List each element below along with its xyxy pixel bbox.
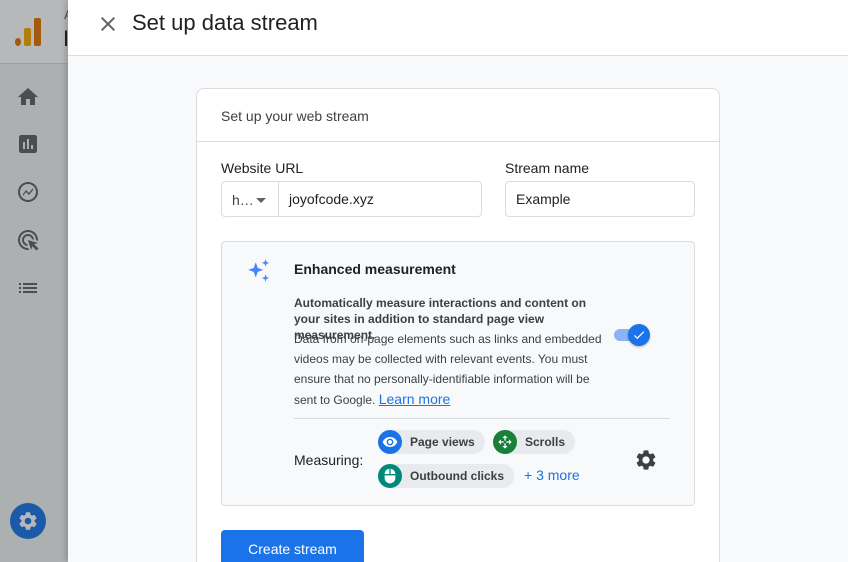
eye-icon — [378, 430, 402, 454]
chevron-down-icon — [256, 198, 266, 203]
panel-header: Set up data stream — [68, 0, 848, 56]
close-icon — [101, 17, 115, 31]
website-url-input[interactable]: joyofcode.xyz — [278, 181, 482, 217]
panel-title: Set up data stream — [132, 10, 318, 35]
check-icon — [633, 331, 645, 340]
data-stream-panel: Set up data stream Set up your web strea… — [68, 0, 848, 562]
enhanced-measurement-description: Data from on-page elements such as links… — [294, 329, 610, 410]
stream-name-input[interactable]: Example — [505, 181, 695, 217]
sparkle-icon — [246, 258, 272, 284]
card-header: Set up your web stream — [197, 89, 719, 142]
enhanced-measurement-toggle[interactable] — [614, 324, 650, 346]
web-stream-card: Set up your web stream Website URL Strea… — [196, 88, 720, 562]
move-icon — [493, 430, 517, 454]
create-stream-button[interactable]: Create stream — [221, 530, 364, 562]
chip-outbound-clicks: Outbound clicks — [378, 464, 515, 488]
gear-icon — [636, 450, 656, 470]
protocol-select[interactable]: h… — [221, 181, 279, 217]
website-url-label: Website URL — [221, 160, 304, 176]
learn-more-link[interactable]: Learn more — [379, 391, 451, 407]
enhanced-measurement-section: Enhanced measurement Automatically measu… — [221, 241, 695, 506]
chip-page-views: Page views — [378, 430, 485, 454]
protocol-value: h… — [232, 192, 254, 208]
close-button[interactable] — [94, 10, 122, 38]
app-rail: A I — [0, 0, 72, 562]
enhanced-measurement-title: Enhanced measurement — [294, 261, 456, 277]
more-measurements-link[interactable]: + 3 more — [524, 467, 580, 483]
chip-scrolls: Scrolls — [493, 430, 576, 454]
divider — [294, 418, 670, 419]
measurement-settings-button[interactable] — [634, 448, 658, 472]
measuring-label: Measuring: — [294, 452, 364, 468]
mouse-icon — [378, 464, 402, 488]
stream-name-label: Stream name — [505, 160, 590, 176]
overlay-scrim[interactable] — [0, 0, 68, 562]
